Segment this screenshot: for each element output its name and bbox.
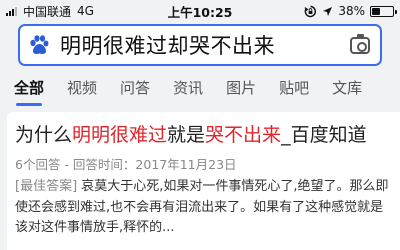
tab-video[interactable]: 视频 (67, 70, 97, 110)
status-right: 38% (244, 4, 397, 18)
battery-fill (372, 7, 380, 15)
tab-qa[interactable]: 问答 (120, 70, 150, 110)
tab-images[interactable]: 图片 (226, 70, 256, 110)
search-input[interactable]: 明明很难过却哭不出来 (60, 30, 350, 60)
clock: 上午10:25 (167, 4, 233, 20)
location-arrow-icon (323, 6, 333, 16)
baidu-paw-icon (30, 35, 49, 54)
status-left: 中国联通 4G (6, 3, 156, 20)
result-snippet: [最佳答案] 哀莫大于心死,如果对一件事情死心了,绝望了。那么即使还会感到难过,… (15, 177, 390, 239)
status-bar: 中国联通 4G 上午10:25 38% (0, 0, 400, 22)
tab-wenku[interactable]: 文库 (332, 70, 362, 110)
camera-icon[interactable] (350, 33, 370, 54)
result-title-link[interactable]: 为什么明明很难过就是哭不出来_百度知道 (15, 122, 390, 148)
battery-percent: 38% (338, 4, 365, 18)
lock-rotation-icon (304, 5, 317, 17)
tab-tieba[interactable]: 贴吧 (279, 70, 309, 110)
cell-signal-icon (6, 6, 17, 16)
search-tabs: 全部 视频 问答 资讯 图片 贴吧 文库 (0, 70, 400, 110)
best-answer-tag: [最佳答案] (15, 179, 78, 194)
search-box[interactable]: 明明很难过却哭不出来 (18, 24, 382, 66)
result-title-part: 就是 (167, 124, 206, 146)
result-title-part: 为什么 (15, 124, 73, 146)
carrier-label: 中国联通 (23, 4, 72, 19)
result-title-part: _百度知道 (281, 124, 367, 146)
tab-news[interactable]: 资讯 (173, 70, 203, 110)
search-result-card[interactable]: 为什么明明很难过就是哭不出来_百度知道 6个回答 - 回答时间：2017年11月… (7, 112, 400, 250)
network-type: 4G (77, 4, 94, 18)
result-title-highlight: 明明很难过 (72, 124, 168, 146)
result-title-highlight: 哭不出来 (205, 124, 282, 146)
tab-all[interactable]: 全部 (14, 70, 44, 110)
battery-icon (370, 5, 397, 17)
result-meta: 6个回答 - 回答时间：2017年11月23日 (15, 157, 237, 172)
